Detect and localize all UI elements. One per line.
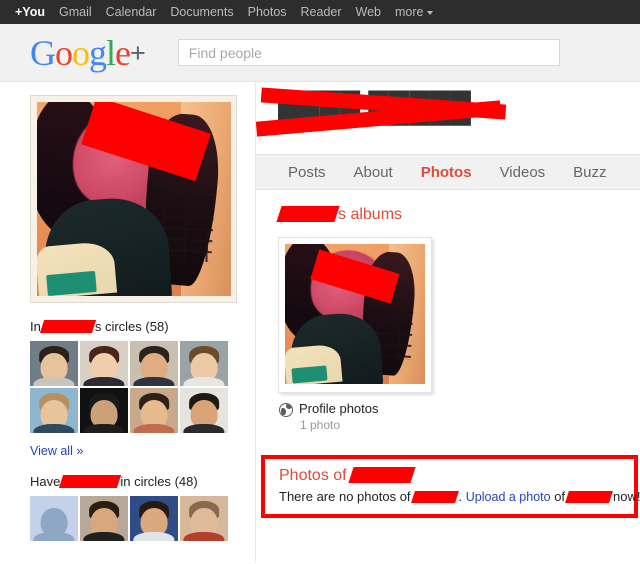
logo-letter-l: l (106, 32, 116, 73)
avatar[interactable] (30, 341, 78, 386)
page-header: Google+ Find people (0, 24, 640, 82)
upload-photo-link[interactable]: Upload a photo (466, 490, 551, 504)
search-placeholder: Find people (188, 44, 262, 61)
chevron-down-icon (426, 10, 433, 15)
avatar[interactable] (180, 388, 228, 433)
main-content: ████ █████ Posts About Photos Videos Buz… (255, 82, 640, 563)
gbar-item-calendar[interactable]: Calendar (99, 0, 164, 24)
avatar[interactable] (180, 496, 228, 541)
tab-posts[interactable]: Posts (274, 164, 340, 181)
sidebar: In s circles (58) View all » Have in circl… (0, 82, 256, 563)
photos-of-period: . (458, 489, 463, 504)
gbar-item-documents[interactable]: Documents (163, 0, 240, 24)
gbar-more-label: more (395, 5, 424, 19)
have-in-circles-suffix: in circles (120, 474, 171, 489)
logo-letter-e: e (115, 32, 131, 73)
avatar[interactable] (130, 341, 178, 386)
in-circles-suffix: s circles (94, 319, 142, 334)
logo-plus: + (130, 37, 146, 68)
tab-buzz[interactable]: Buzz (559, 164, 620, 181)
avatar[interactable] (130, 496, 178, 541)
album-card-profile-photos[interactable] (278, 237, 432, 393)
logo-letter-o2: o (72, 32, 90, 73)
logo-letter-g1: G (30, 32, 56, 73)
album-meta: Profile photos (278, 401, 640, 417)
logo-letter-g2: g (89, 32, 107, 73)
photos-of-heading: Photos of (279, 467, 624, 485)
profile-name-area: ████ █████ (255, 82, 640, 154)
in-circles-heading: In s circles (58) (30, 319, 255, 334)
avatar-default[interactable] (30, 496, 78, 541)
album-name[interactable]: Profile photos (299, 401, 379, 417)
avatar[interactable] (80, 341, 128, 386)
avatar[interactable] (30, 388, 78, 433)
logo-letter-o1: o (55, 32, 73, 73)
redaction-mark-name-6 (565, 491, 613, 503)
google-bar: +You Gmail Calendar Documents Photos Rea… (0, 0, 640, 24)
view-all-link[interactable]: View all » (30, 444, 83, 458)
profile-tabs: Posts About Photos Videos Buzz (256, 154, 640, 190)
albums-heading: s albums (276, 206, 640, 224)
photos-of-prefix: Photos of (279, 467, 347, 484)
avatar[interactable] (130, 388, 178, 433)
redaction-mark-name-1 (39, 320, 96, 333)
avatar[interactable] (80, 496, 128, 541)
redaction-mark-name-2 (59, 475, 122, 488)
profile-photo-frame[interactable] (30, 95, 237, 303)
gbar-item-more[interactable]: more (388, 0, 439, 24)
have-in-circles-heading: Have in circles (48) (30, 474, 255, 489)
avatar[interactable] (80, 388, 128, 433)
redaction-mark-name-4 (348, 467, 416, 483)
gbar-item-gmail[interactable]: Gmail (52, 0, 99, 24)
have-in-circles-count: (48) (174, 474, 198, 489)
gbar-item-photos[interactable]: Photos (241, 0, 294, 24)
google-plus-logo[interactable]: Google+ (30, 35, 146, 71)
photo-shirt-logo (45, 270, 97, 296)
tab-videos[interactable]: Videos (486, 164, 560, 181)
gbar-item-reader[interactable]: Reader (294, 0, 349, 24)
search-input[interactable]: Find people (177, 39, 560, 66)
gbar-item-you[interactable]: +You (8, 0, 52, 24)
profile-photo[interactable] (37, 102, 231, 296)
in-circles-count: (58) (145, 319, 169, 334)
photos-of-text-end: now! (613, 489, 640, 504)
albums-heading-suffix: s albums (338, 206, 403, 223)
album-photo-count: 1 photo (300, 418, 341, 432)
page-body: In s circles (58) View all » Have in circl… (0, 82, 640, 563)
albums-section: s albums Profile photos 1 photo (256, 190, 640, 432)
avatar[interactable] (180, 341, 228, 386)
in-circles-avatar-grid (30, 341, 230, 435)
photos-of-message: There are no photos of. Upload a photo o… (279, 489, 640, 504)
gbar-item-web[interactable]: Web (349, 0, 388, 24)
tab-about[interactable]: About (340, 164, 407, 181)
tab-photos[interactable]: Photos (407, 164, 486, 181)
have-in-circles-prefix: Have (30, 474, 61, 489)
redaction-mark-name-3 (276, 206, 340, 222)
have-in-circles-avatar-grid (30, 496, 230, 543)
album-thumbnail[interactable] (285, 244, 425, 384)
photos-of-text-before: There are no photos of (279, 489, 411, 504)
redaction-mark-name-5 (410, 491, 459, 503)
photos-of-text-of: of (554, 489, 566, 504)
photo-rail (161, 193, 216, 263)
globe-icon (279, 403, 293, 417)
photos-of-box: Photos of There are no photos of. Upload… (261, 455, 640, 518)
